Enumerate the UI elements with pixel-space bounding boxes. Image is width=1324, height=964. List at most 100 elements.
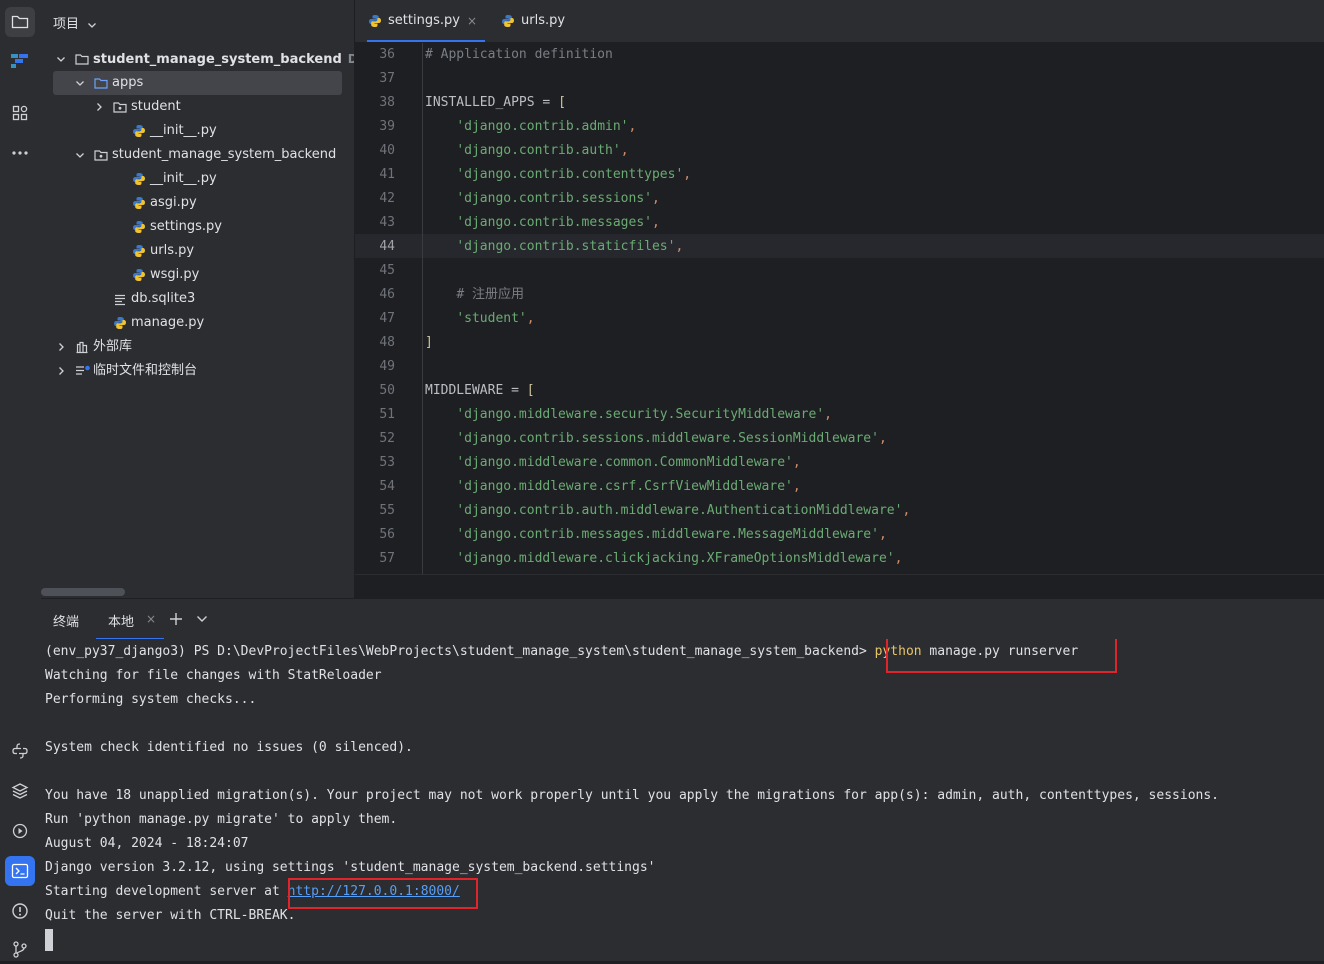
project-panel: 项目 student_manage_system_backend D:\Dev ap… (41, 0, 355, 598)
code-token: , (620, 143, 629, 158)
tree-item-text: manage.py (131, 315, 205, 330)
chevron-down-icon[interactable] (74, 77, 86, 89)
code-line: 'django.contrib.contenttypes', (425, 165, 691, 185)
code-token: , (878, 431, 887, 446)
tab-local-terminal[interactable]: 本地 × (96, 599, 164, 640)
tree-item[interactable]: __init__.py (41, 167, 354, 191)
structure-tool-icon[interactable] (5, 46, 35, 76)
tree-item[interactable]: wsgi.py (41, 263, 354, 287)
python-packages-icon[interactable] (5, 776, 35, 806)
code-token: 'django.middleware.csrf.CsrfViewMiddlewa… (456, 479, 793, 494)
line-number: 40 (379, 143, 395, 158)
code-token: 'django.middleware.common.CommonMiddlewa… (456, 455, 793, 470)
tree-item-path: D:\Dev (347, 52, 354, 66)
tree-item[interactable]: 临时文件和控制台 (41, 359, 354, 383)
code-line: 'django.contrib.messages.middleware.Mess… (425, 525, 887, 545)
chevron-right-icon[interactable] (55, 341, 67, 353)
project-folder-icon[interactable] (5, 7, 35, 37)
code-token: , (878, 527, 887, 542)
code-token: 'django.contrib.contenttypes' (456, 167, 684, 182)
code-token: 'django.middleware.clickjacking.XFrameOp… (456, 551, 895, 566)
line-number: 42 (379, 191, 395, 206)
python-console-icon[interactable] (5, 736, 35, 766)
code-token: 'student' (456, 311, 527, 326)
code-token: , (651, 191, 660, 206)
chevron-down-icon[interactable] (74, 149, 86, 161)
chevron-down-icon (87, 21, 97, 29)
services-icon[interactable] (5, 816, 35, 846)
tree-item[interactable]: db.sqlite3 (41, 287, 354, 311)
code-line: INSTALLED_APPS = [ (425, 93, 566, 113)
python-file-icon (132, 244, 146, 258)
code-token: 'django.contrib.messages' (456, 215, 652, 230)
code-token: 'django.contrib.sessions.middleware.Sess… (456, 431, 879, 446)
tree-item-text: __init__.py (150, 171, 217, 186)
tree-item-text: 外部库 (93, 339, 133, 354)
terminal-icon[interactable] (5, 856, 35, 886)
tree-item-text: student_manage_system_backend (93, 52, 342, 67)
code-line: 'django.middleware.security.SecurityMidd… (425, 405, 832, 425)
tree-item[interactable]: urls.py (41, 239, 354, 263)
line-number: 57 (379, 551, 395, 566)
code-token: , (824, 407, 832, 422)
code-token: # 注册应用 (456, 287, 524, 302)
tree-item[interactable]: 外部库 (41, 335, 354, 359)
chevron-down-icon[interactable] (55, 53, 67, 65)
chevron-right-icon[interactable] (93, 101, 105, 113)
close-tab-icon[interactable]: × (467, 0, 477, 42)
code-editor[interactable]: 36 # Application definition 37 38 INSTALLED_… (355, 43, 1324, 574)
scratches-icon (75, 364, 90, 378)
database-file-icon (113, 292, 127, 306)
quit-instruction-line: Quit the server with CTRL-BREAK. (45, 908, 296, 923)
chevron-right-icon[interactable] (55, 365, 67, 377)
tree-item[interactable]: student_manage_system_backend (41, 143, 354, 167)
code-token: MIDDLEWARE = (425, 383, 527, 398)
new-terminal-plus-icon[interactable] (168, 611, 184, 627)
tree-item-text: urls.py (150, 243, 195, 258)
tree-item[interactable]: __init__.py (41, 119, 354, 143)
line-number: 56 (379, 527, 395, 542)
problems-icon[interactable] (5, 896, 35, 926)
tree-item[interactable]: student (41, 95, 354, 119)
terminal-output-line: Watching for file changes with StatReloa… (45, 668, 382, 683)
line-number: 46 (379, 287, 395, 302)
tree-item[interactable]: asgi.py (41, 191, 354, 215)
tree-item-label: apps (112, 71, 143, 95)
plugins-icon[interactable] (5, 98, 35, 128)
close-terminal-tab-icon[interactable]: × (146, 612, 156, 626)
code-token: , (526, 311, 535, 326)
line-number: 36 (379, 47, 395, 62)
tree-item[interactable]: student_manage_system_backend D:\Dev (41, 47, 354, 71)
terminal-output-line: August 04, 2024 - 18:24:07 (45, 836, 249, 851)
tab-settings-py[interactable]: settings.py × (367, 0, 485, 42)
code-line: # 注册应用 (425, 285, 524, 305)
code-line: # Application definition (425, 45, 613, 65)
python-file-icon (132, 124, 146, 138)
python-file-icon (368, 14, 382, 28)
git-icon[interactable] (5, 934, 35, 964)
tab-urls-py[interactable]: urls.py (501, 0, 571, 42)
terminal-output[interactable]: (env_py37_django3) PS D:\DevProjectFiles… (41, 639, 1324, 961)
server-start-text: Starting development server at (45, 884, 288, 899)
terminal-output-line: System check identified no issues (0 sil… (45, 740, 413, 755)
more-tools-icon[interactable] (5, 138, 35, 168)
tree-item-label: db.sqlite3 (131, 287, 195, 311)
tree-item[interactable]: manage.py (41, 311, 354, 335)
tree-item[interactable]: apps (53, 71, 342, 95)
folder-icon (94, 76, 108, 90)
code-token: 'django.middleware.security.SecurityMidd… (456, 407, 825, 422)
tree-item[interactable]: settings.py (41, 215, 354, 239)
line-number: 50 (379, 383, 395, 398)
tree-item-label: 临时文件和控制台 (93, 359, 197, 383)
tree-item-text: student_manage_system_backend (112, 147, 337, 162)
terminal-options-chevron-down-icon[interactable] (195, 612, 209, 626)
project-panel-title[interactable]: 项目 (53, 13, 97, 32)
horizontal-scrollbar[interactable] (41, 588, 125, 596)
